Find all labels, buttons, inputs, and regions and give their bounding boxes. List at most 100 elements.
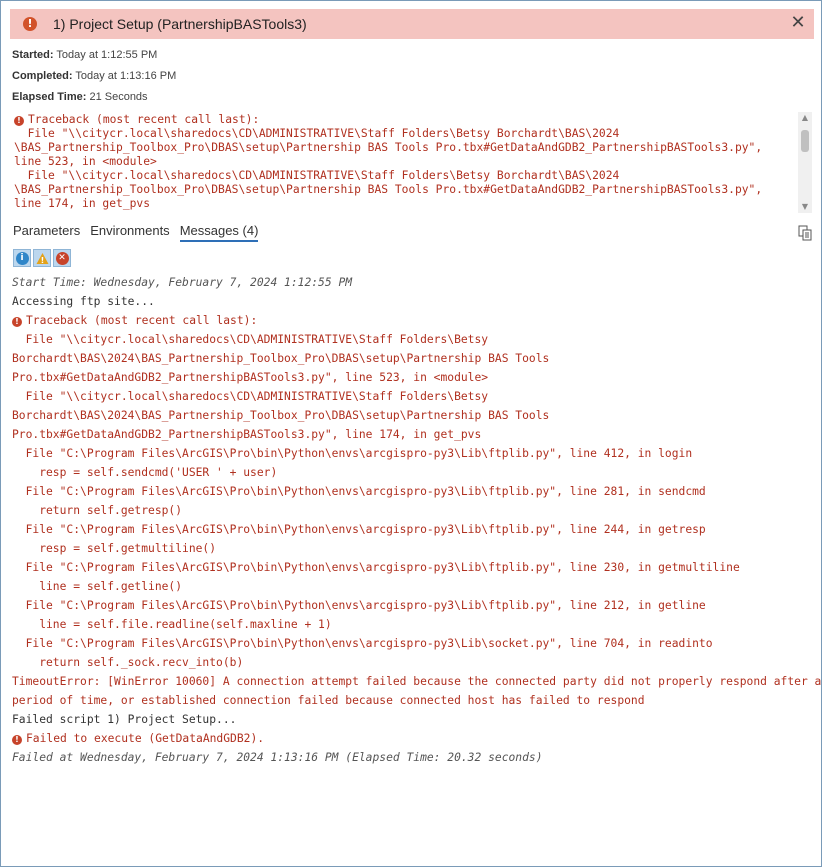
message-text: Failed at Wednesday, February 7, 2024 1:…	[12, 751, 543, 764]
message-text: File "\\citycr.local\sharedocs\CD\ADMINI…	[12, 390, 489, 403]
message-line: return self._sock.recv_into(b)	[12, 653, 812, 672]
traceback-line: File "\\citycr.local\sharedocs\CD\ADMINI…	[14, 127, 812, 141]
traceback-line-text: \BAS_Partnership_Toolbox_Pro\DBAS\setup\…	[14, 141, 763, 154]
message-line: File "C:\Program Files\ArcGIS\Pro\bin\Py…	[12, 634, 812, 653]
message-text: return self.getresp()	[12, 504, 183, 517]
traceback-line-text: line 174, in get_pvs	[14, 197, 151, 210]
message-line: Start Time: Wednesday, February 7, 2024 …	[12, 273, 812, 292]
message-text: Failed script 1) Project Setup...	[12, 713, 237, 726]
tab-strip: Parameters Environments Messages (4)	[13, 223, 259, 242]
traceback-line-text: File "\\citycr.local\sharedocs\CD\ADMINI…	[14, 127, 620, 140]
completed-row: Completed: Today at 1:13:16 PM	[12, 70, 176, 82]
message-line: Borchardt\BAS\2024\BAS_Partnership_Toolb…	[12, 406, 812, 425]
message-text: Accessing ftp site...	[12, 295, 155, 308]
message-text: File "C:\Program Files\ArcGIS\Pro\bin\Py…	[12, 447, 693, 460]
message-text: File "C:\Program Files\ArcGIS\Pro\bin\Py…	[12, 561, 740, 574]
message-text: resp = self.sendcmd('USER ' + user)	[12, 466, 278, 479]
message-text: resp = self.getmultiline()	[12, 542, 217, 555]
message-line: period of time, or established connectio…	[12, 691, 812, 710]
message-text: period of time, or established connectio…	[12, 694, 645, 707]
traceback-line: \BAS_Partnership_Toolbox_Pro\DBAS\setup\…	[14, 183, 812, 197]
close-icon[interactable]: ✕	[788, 13, 808, 33]
message-text: File "C:\Program Files\ArcGIS\Pro\bin\Py…	[12, 637, 713, 650]
message-line: resp = self.sendcmd('USER ' + user)	[12, 463, 812, 482]
message-text: Borchardt\BAS\2024\BAS_Partnership_Toolb…	[12, 352, 550, 365]
title-bar: ! 1) Project Setup (PartnershipBASTools3…	[10, 9, 814, 39]
message-line: Borchardt\BAS\2024\BAS_Partnership_Toolb…	[12, 349, 812, 368]
started-row: Started: Today at 1:12:55 PM	[12, 49, 157, 61]
vertical-scrollbar[interactable]: ▲ ▼	[798, 112, 812, 213]
message-text: Borchardt\BAS\2024\BAS_Partnership_Toolb…	[12, 409, 550, 422]
error-icon: !	[14, 116, 24, 126]
traceback-summary-box[interactable]: ! Traceback (most recent call last): File…	[12, 112, 812, 213]
error-icon: ✕	[55, 251, 69, 265]
started-value: Today at 1:12:55 PM	[56, 49, 158, 61]
message-line: Pro.tbx#GetDataAndGDB2_PartnershipBASToo…	[12, 368, 812, 387]
traceback-summary-text: ! Traceback (most recent call last): File…	[12, 112, 812, 211]
message-line: File "\\citycr.local\sharedocs\CD\ADMINI…	[12, 330, 812, 349]
message-text: File "C:\Program Files\ArcGIS\Pro\bin\Py…	[12, 485, 706, 498]
message-line: File "\\citycr.local\sharedocs\CD\ADMINI…	[12, 387, 812, 406]
scrollbar-thumb[interactable]	[801, 130, 809, 152]
message-line: File "C:\Program Files\ArcGIS\Pro\bin\Py…	[12, 482, 812, 501]
message-line: resp = self.getmultiline()	[12, 539, 812, 558]
message-text: Pro.tbx#GetDataAndGDB2_PartnershipBASToo…	[12, 371, 489, 384]
message-line: File "C:\Program Files\ArcGIS\Pro\bin\Py…	[12, 520, 812, 539]
error-icon: !	[12, 317, 22, 327]
window-title: 1) Project Setup (PartnershipBASTools3)	[53, 16, 307, 32]
error-icon: !	[12, 735, 22, 745]
info-icon: i	[15, 251, 29, 265]
elapsed-value: 21 Seconds	[89, 91, 148, 103]
error-filter-button[interactable]: ✕	[53, 249, 71, 267]
traceback-line: \BAS_Partnership_Toolbox_Pro\DBAS\setup\…	[14, 141, 812, 155]
traceback-line-text: \BAS_Partnership_Toolbox_Pro\DBAS\setup\…	[14, 183, 763, 196]
started-label: Started:	[12, 49, 54, 61]
message-text: line = self.file.readline(self.maxline +…	[12, 618, 332, 631]
scroll-down-icon[interactable]: ▼	[798, 201, 812, 213]
traceback-line-text: line 523, in <module>	[14, 155, 157, 168]
svg-text:!: !	[40, 256, 44, 265]
message-text: line = self.getline()	[12, 580, 183, 593]
tab-environments[interactable]: Environments	[90, 223, 169, 242]
traceback-line: ! Traceback (most recent call last):	[14, 113, 812, 127]
traceback-line: line 174, in get_pvs	[14, 197, 812, 211]
message-line: TimeoutError: [WinError 10060] A connect…	[12, 672, 821, 691]
message-line: File "C:\Program Files\ArcGIS\Pro\bin\Py…	[12, 558, 812, 577]
scroll-up-icon[interactable]: ▲	[798, 112, 812, 124]
message-line: File "C:\Program Files\ArcGIS\Pro\bin\Py…	[12, 596, 812, 615]
message-line: File "C:\Program Files\ArcGIS\Pro\bin\Py…	[12, 444, 812, 463]
warning-icon: !	[36, 252, 48, 265]
copy-icon[interactable]	[798, 225, 812, 241]
message-text: TimeoutError: [WinError 10060] A connect…	[12, 675, 822, 688]
traceback-line: File "\\citycr.local\sharedocs\CD\ADMINI…	[14, 169, 812, 183]
tab-parameters[interactable]: Parameters	[13, 223, 80, 242]
message-text: Start Time: Wednesday, February 7, 2024 …	[12, 276, 353, 289]
message-line: Failed at Wednesday, February 7, 2024 1:…	[12, 748, 812, 767]
message-text: File "C:\Program Files\ArcGIS\Pro\bin\Py…	[12, 523, 706, 536]
info-filter-button[interactable]: i	[13, 249, 31, 267]
message-line: Pro.tbx#GetDataAndGDB2_PartnershipBASToo…	[12, 425, 812, 444]
error-icon: !	[23, 17, 37, 31]
message-text: Traceback (most recent call last):	[26, 314, 258, 327]
message-line: Failed script 1) Project Setup...	[12, 710, 812, 729]
traceback-line: line 523, in <module>	[14, 155, 812, 169]
completed-label: Completed:	[12, 70, 73, 82]
message-line: ! Traceback (most recent call last):	[12, 311, 812, 330]
message-line: line = self.file.readline(self.maxline +…	[12, 615, 812, 634]
message-text: File "\\citycr.local\sharedocs\CD\ADMINI…	[12, 333, 489, 346]
message-text: Pro.tbx#GetDataAndGDB2_PartnershipBASToo…	[12, 428, 482, 441]
message-text: File "C:\Program Files\ArcGIS\Pro\bin\Py…	[12, 599, 706, 612]
tab-messages[interactable]: Messages (4)	[179, 223, 259, 242]
message-line: return self.getresp()	[12, 501, 812, 520]
message-line: Accessing ftp site...	[12, 292, 812, 311]
completed-value: Today at 1:13:16 PM	[75, 70, 177, 82]
traceback-line-text: Traceback (most recent call last):	[28, 113, 260, 126]
traceback-line-text: File "\\citycr.local\sharedocs\CD\ADMINI…	[14, 169, 620, 182]
message-text: return self._sock.recv_into(b)	[12, 656, 244, 669]
message-line: line = self.getline()	[12, 577, 812, 596]
elapsed-label: Elapsed Time:	[12, 91, 87, 103]
warning-filter-button[interactable]: !	[33, 249, 51, 267]
message-line: ! Failed to execute (GetDataAndGDB2).	[12, 729, 812, 748]
message-text: Failed to execute (GetDataAndGDB2).	[26, 732, 265, 745]
message-filter-bar: i ! ✕	[13, 249, 71, 267]
